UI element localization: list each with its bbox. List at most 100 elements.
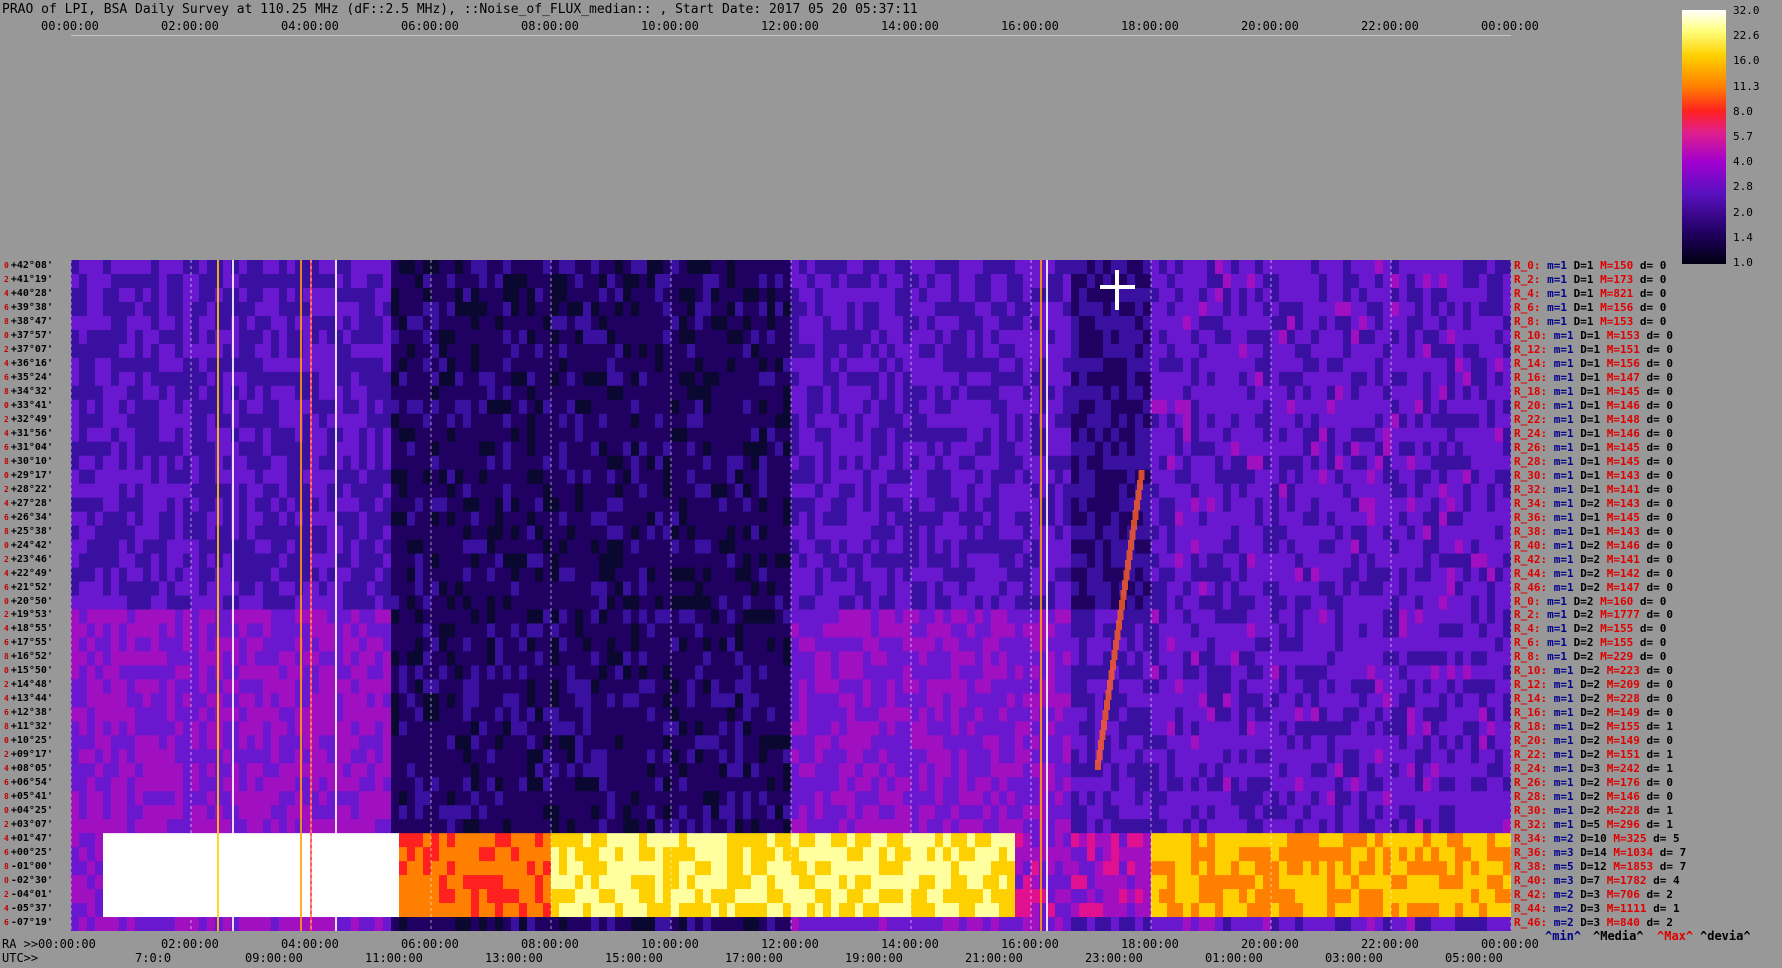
heatmap-cell bbox=[223, 777, 232, 792]
heatmap-cell bbox=[255, 343, 264, 359]
heatmap-cell bbox=[623, 483, 632, 499]
heatmap-cell bbox=[815, 567, 824, 583]
heatmap-cell bbox=[239, 301, 248, 317]
heatmap-cell bbox=[871, 371, 880, 387]
heatmap-cell bbox=[623, 833, 632, 848]
heatmap-cell bbox=[207, 833, 216, 848]
heatmap-cell bbox=[247, 679, 256, 694]
heatmap-cell bbox=[623, 413, 632, 429]
heatmap-cell bbox=[871, 357, 880, 373]
heatmap-cell bbox=[263, 833, 272, 848]
heatmap-cell bbox=[343, 441, 352, 457]
heatmap-cell bbox=[503, 833, 512, 848]
heatmap-cell bbox=[679, 917, 688, 931]
heatmap-cell bbox=[239, 483, 248, 499]
heatmap-cell bbox=[495, 595, 504, 610]
heatmap-cell bbox=[215, 287, 224, 303]
heatmap-cell bbox=[879, 329, 888, 345]
heatmap-cell bbox=[559, 917, 568, 931]
heatmap-cell bbox=[655, 553, 664, 569]
heatmap-cell bbox=[79, 805, 88, 820]
heatmap-cell bbox=[143, 553, 152, 569]
heatmap-cell bbox=[871, 861, 880, 876]
heatmap-cell bbox=[455, 861, 464, 876]
heatmap-cell bbox=[647, 287, 656, 303]
heatmap-cell bbox=[727, 833, 736, 848]
heatmap-cell bbox=[127, 287, 136, 303]
heatmap-cell bbox=[95, 819, 104, 834]
heatmap-cell bbox=[695, 483, 704, 499]
heatmap-cell bbox=[247, 553, 256, 569]
heatmap-cell bbox=[119, 819, 128, 834]
heatmap-cell bbox=[367, 469, 376, 485]
heatmap-cell bbox=[167, 861, 176, 876]
heatmap-cell bbox=[143, 483, 152, 499]
heatmap-cell bbox=[359, 553, 368, 569]
heatmap-cell bbox=[575, 637, 584, 652]
heatmap-cell bbox=[495, 721, 504, 736]
heatmap-cell bbox=[151, 665, 160, 680]
heatmap-cell bbox=[639, 525, 648, 541]
heatmap-cell bbox=[695, 819, 704, 834]
heatmap-cell bbox=[519, 455, 528, 471]
heatmap-cell bbox=[671, 651, 680, 666]
heatmap-cell bbox=[119, 469, 128, 485]
heatmap-cell bbox=[671, 287, 680, 303]
heatmap-cell bbox=[567, 525, 576, 541]
heatmap-cell bbox=[223, 791, 232, 806]
heatmap-cell bbox=[799, 833, 808, 848]
heatmap-cell bbox=[799, 623, 808, 638]
heatmap-cell bbox=[111, 791, 120, 806]
heatmap-cell bbox=[871, 497, 880, 513]
heatmap-cell bbox=[863, 903, 872, 918]
heatmap-cell bbox=[255, 455, 264, 471]
heatmap-cell bbox=[887, 665, 896, 680]
heatmap-cell bbox=[687, 749, 696, 764]
heatmap-cell bbox=[311, 777, 320, 792]
heatmap-cell bbox=[575, 539, 584, 555]
heatmap-cell bbox=[807, 889, 816, 904]
heatmap-cell bbox=[727, 819, 736, 834]
heatmap-cell bbox=[775, 875, 784, 890]
heatmap-cell bbox=[463, 735, 472, 750]
heatmap-cell bbox=[199, 735, 208, 750]
heatmap-cell bbox=[727, 889, 736, 904]
heatmap-cell bbox=[167, 427, 176, 443]
heatmap-cell bbox=[679, 497, 688, 513]
heatmap-cell bbox=[847, 791, 856, 806]
heatmap-cell bbox=[559, 441, 568, 457]
heatmap-cell bbox=[759, 651, 768, 666]
heatmap-cell bbox=[679, 651, 688, 666]
heatmap-cell bbox=[399, 301, 408, 317]
heatmap-cell bbox=[591, 511, 600, 527]
heatmap-cell bbox=[607, 889, 616, 904]
heatmap-cell bbox=[287, 875, 296, 890]
heatmap-cell bbox=[287, 455, 296, 471]
heatmap-cell bbox=[431, 287, 440, 303]
heatmap-cell bbox=[487, 637, 496, 652]
heatmap-cell bbox=[887, 427, 896, 443]
heatmap-cell bbox=[503, 343, 512, 359]
heatmap-cell bbox=[719, 889, 728, 904]
heatmap-cell bbox=[831, 483, 840, 499]
heatmap-cell bbox=[183, 581, 192, 596]
heatmap-cell bbox=[383, 735, 392, 750]
heatmap-cell bbox=[503, 483, 512, 499]
heatmap-cell bbox=[663, 525, 672, 541]
heatmap-cell bbox=[551, 497, 560, 513]
heatmap-cell bbox=[799, 427, 808, 443]
heatmap-cell bbox=[215, 567, 224, 583]
heatmap-cell bbox=[711, 427, 720, 443]
heatmap-cell bbox=[295, 385, 304, 401]
heatmap-cell bbox=[655, 847, 664, 862]
heatmap-cell bbox=[751, 819, 760, 834]
heatmap-cell bbox=[511, 721, 520, 736]
heatmap-cell bbox=[247, 749, 256, 764]
heatmap-cell bbox=[455, 287, 464, 303]
heatmap-cell bbox=[799, 260, 808, 275]
heatmap-cell bbox=[367, 861, 376, 876]
heatmap-cell bbox=[367, 483, 376, 499]
heatmap-cell bbox=[263, 287, 272, 303]
heatmap-cell bbox=[111, 413, 120, 429]
heatmap-cell bbox=[863, 623, 872, 638]
